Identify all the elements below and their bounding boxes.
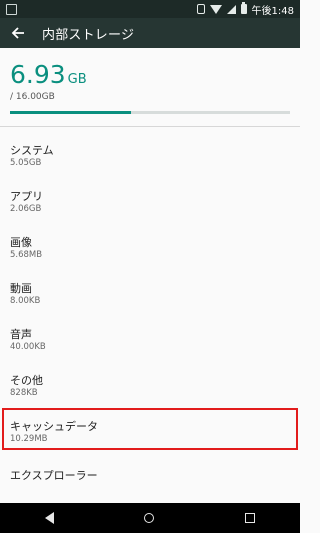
storage-summary: 6.93 GB / 16.00GB <box>0 48 300 124</box>
item-title: 音声 <box>10 328 32 341</box>
item-size: 8.00KB <box>10 296 41 306</box>
notification-icon <box>6 4 17 15</box>
app-bar: 内部ストレージ <box>0 18 300 48</box>
nav-back-icon[interactable] <box>45 512 55 524</box>
nav-recents-icon[interactable] <box>244 513 255 523</box>
used-unit: GB <box>67 72 87 87</box>
list-item-videos[interactable]: 動画 8.00KB <box>0 268 300 314</box>
item-size: 40.00KB <box>10 342 46 352</box>
item-size: 2.06GB <box>10 204 42 214</box>
item-title: その他 <box>10 374 43 387</box>
used-storage: 6.93 GB <box>10 60 87 89</box>
clock: 午後1:48 <box>251 5 294 17</box>
status-icons: 午後1:48 <box>196 0 294 18</box>
item-size: 5.05GB <box>10 158 42 168</box>
wifi-icon <box>209 4 222 14</box>
total-storage: / 16.00GB <box>10 92 55 102</box>
back-arrow-icon[interactable] <box>4 18 32 48</box>
divider <box>0 126 300 127</box>
signal-icon <box>226 4 236 14</box>
item-title: キャッシュデータ <box>10 420 98 433</box>
page-title: 内部ストレージ <box>42 27 135 43</box>
item-title: 画像 <box>10 236 32 249</box>
item-title: エクスプローラー <box>10 469 98 482</box>
list-item-images[interactable]: 画像 5.68MB <box>0 222 300 268</box>
item-title: システム <box>10 144 54 157</box>
list-item-audio[interactable]: 音声 40.00KB <box>0 314 300 360</box>
list-item-cached-data[interactable]: キャッシュデータ 10.29MB <box>0 406 300 452</box>
list-item-system[interactable]: システム 5.05GB <box>0 130 300 176</box>
status-bar: 午後1:48 <box>0 0 300 18</box>
item-title: アプリ <box>10 190 43 203</box>
item-size: 5.68MB <box>10 250 43 260</box>
nav-home-icon[interactable] <box>144 513 155 523</box>
list-item-apps[interactable]: アプリ 2.06GB <box>0 176 300 222</box>
storage-category-list: システム 5.05GB アプリ 2.06GB 画像 5.68MB 動画 8.00… <box>0 130 300 498</box>
list-item-explorer[interactable]: エクスプローラー <box>0 452 300 498</box>
navigation-bar <box>0 503 300 533</box>
battery-icon <box>240 2 247 14</box>
item-size: 10.29MB <box>10 434 48 444</box>
item-size: 828KB <box>10 388 38 398</box>
storage-progress-bar <box>10 111 290 114</box>
vibrate-icon <box>196 4 205 14</box>
list-item-other[interactable]: その他 828KB <box>0 360 300 406</box>
storage-progress-fill <box>10 111 132 114</box>
used-value: 6.93 <box>10 60 66 89</box>
item-title: 動画 <box>10 282 32 295</box>
